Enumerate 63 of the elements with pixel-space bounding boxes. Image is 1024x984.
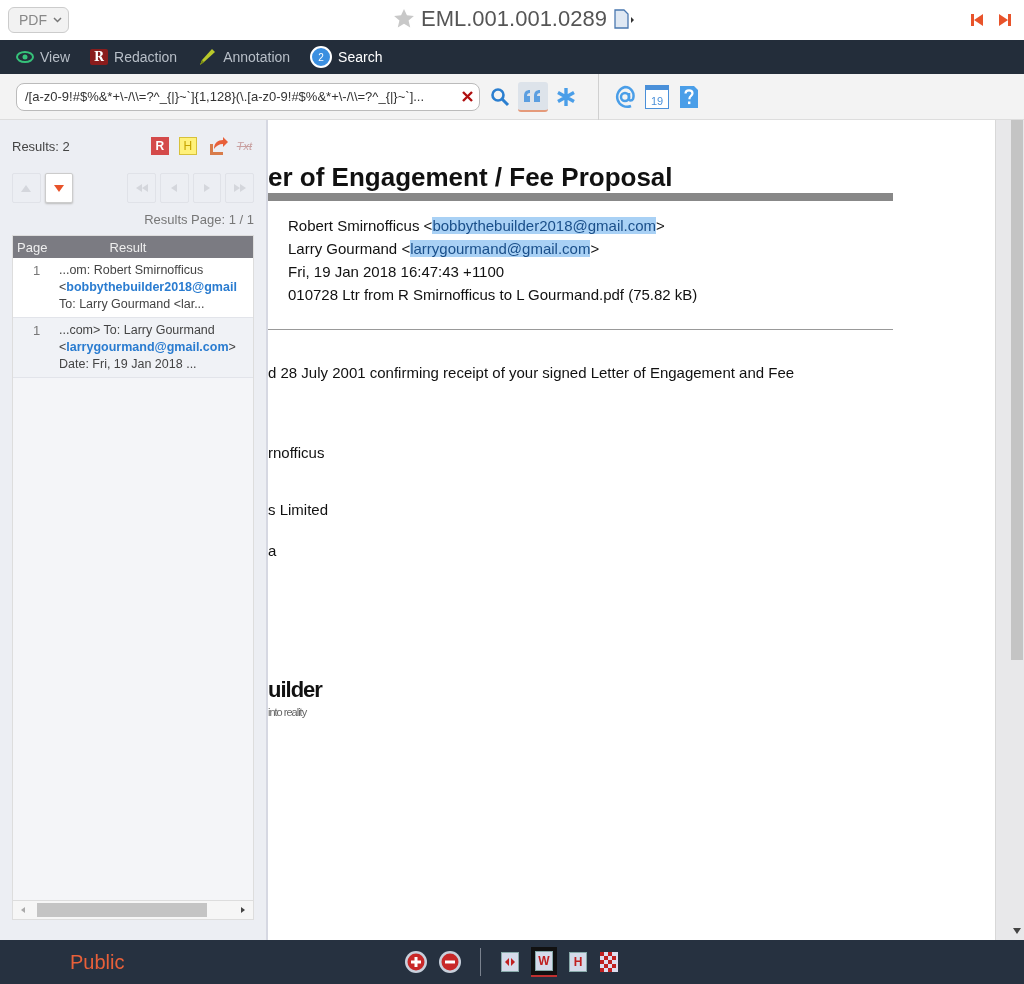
body-text: s Limited <box>268 501 330 518</box>
caret-icon <box>53 17 62 23</box>
horizontal-scrollbar[interactable] <box>13 900 253 919</box>
scroll-down-icon[interactable] <box>1013 928 1021 934</box>
arrow-icon <box>53 183 66 193</box>
next-result-button[interactable] <box>44 173 74 203</box>
column-header: Result <box>108 239 148 255</box>
result-snippet[interactable]: ...com> To: Larry Gourmand <box>59 323 236 337</box>
vertical-scrollbar[interactable] <box>995 120 1024 940</box>
document-icon[interactable] <box>612 9 635 29</box>
logo-tagline: into reality <box>268 706 308 718</box>
at-sign-icon[interactable] <box>613 84 637 109</box>
view-mode-button[interactable]: W <box>531 947 557 977</box>
result-snippet[interactable]: <larrygourmand@gmail.com> <box>59 340 236 354</box>
redact-results-button[interactable]: R <box>150 137 169 155</box>
results-count: Results: 2 <box>12 138 71 154</box>
checkered-icon[interactable] <box>599 951 619 973</box>
result-snippet[interactable]: <bobbythebuilder2018@gmail <box>59 280 237 294</box>
zoom-out-icon[interactable] <box>438 950 462 974</box>
quote-toggle[interactable] <box>518 81 548 112</box>
star-icon[interactable] <box>393 8 415 30</box>
body-text: d 28 July 2001 confirming receipt of your signed Letter of Engagement and Fee <box>268 364 796 381</box>
results-page-info: Results Page: 1 / 1 <box>143 212 254 227</box>
arrow-icon <box>20 183 33 193</box>
result-snippet[interactable]: To: Larry Gourmand <lar... <box>59 297 237 311</box>
search-icon[interactable] <box>490 86 510 107</box>
eye-icon <box>16 51 34 63</box>
scroll-left-icon[interactable] <box>19 906 27 914</box>
classification-label: Public <box>70 950 126 974</box>
result-snippet[interactable]: ...om: Robert Smirnofficus <box>59 263 237 277</box>
quote-icon <box>523 88 543 103</box>
search-field[interactable]: /[a-z0-9!#$%&*+\-/\\=?^_{|}~`]{1,128}(\.[a-z0-9!#$%&*+\-/\\=?^_{|}~`]... <box>16 82 480 111</box>
document-title: EML.001.001.0289 <box>421 6 607 32</box>
email-header-line: Fri, 19 Jan 2018 16:47:43 +1100 <box>288 263 506 280</box>
tab[interactable]: 2 Search <box>302 40 395 74</box>
asterisk-icon[interactable] <box>556 86 576 107</box>
clear-icon[interactable] <box>462 91 473 102</box>
document-heading: er of Engagement / Fee Proposal <box>268 162 674 192</box>
pencil-icon <box>197 47 218 67</box>
email-header-line: Larry Gourmand <larrygourmand@gmail.com> <box>288 240 601 257</box>
zoom-in-icon[interactable] <box>404 950 428 974</box>
email-header-line: 010728 Ltr from R Smirnofficus to L Gourmand.pdf (75.82 kB) <box>288 286 699 303</box>
view-mode-button[interactable]: H <box>565 947 591 977</box>
tab[interactable]: View <box>8 40 83 74</box>
calendar-icon[interactable]: 19 <box>645 84 669 109</box>
count-badge: 2 <box>310 46 333 68</box>
last-page-icon[interactable] <box>998 13 1012 27</box>
tab[interactable]: Annotation <box>189 40 303 74</box>
column-header: Page <box>16 239 49 255</box>
tab[interactable]: R Redaction <box>82 40 190 74</box>
redaction-badge: R <box>90 49 109 65</box>
logo-text: uilder <box>268 677 324 703</box>
first-page-icon[interactable] <box>970 13 984 27</box>
arrow-icon <box>135 183 148 193</box>
help-icon[interactable] <box>679 84 699 109</box>
body-text: rnofficus <box>268 444 326 461</box>
scroll-right-icon[interactable] <box>239 906 247 914</box>
result-snippet[interactable]: Date: Fri, 19 Jan 2018 ... <box>59 357 236 371</box>
arrow-icon <box>233 183 246 193</box>
page-number: 1 <box>32 263 42 280</box>
code-icon <box>504 957 516 967</box>
body-text: a <box>268 542 278 559</box>
page-number: 1 <box>32 323 42 340</box>
